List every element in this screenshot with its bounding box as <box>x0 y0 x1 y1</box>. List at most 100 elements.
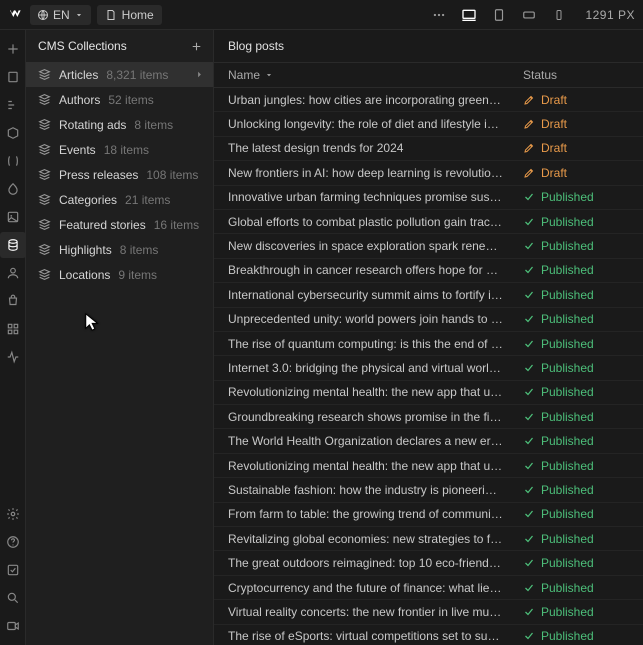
column-name-header[interactable]: Name <box>214 68 513 82</box>
activity-icon[interactable] <box>0 344 26 370</box>
status-label: Published <box>541 288 594 302</box>
table-row[interactable]: Unprecedented unity: world powers join h… <box>214 308 643 332</box>
table-header: Name Status <box>214 62 643 88</box>
row-name: Breakthrough in cancer research offers h… <box>214 263 513 277</box>
table-row[interactable]: Global efforts to combat plastic polluti… <box>214 210 643 234</box>
help-icon[interactable] <box>0 529 26 555</box>
table-row[interactable]: The rise of quantum computing: is this t… <box>214 332 643 356</box>
mobile-breakpoint-icon[interactable] <box>547 3 571 27</box>
tablet-breakpoint-icon[interactable] <box>487 3 511 27</box>
row-name: Revolutionizing mental health: the new a… <box>214 385 513 399</box>
more-icon[interactable] <box>427 3 451 27</box>
collection-item[interactable]: Highlights 8 items <box>26 237 213 262</box>
table-row[interactable]: From farm to table: the growing trend of… <box>214 503 643 527</box>
styles-icon[interactable] <box>0 176 26 202</box>
row-name: The great outdoors reimagined: top 10 ec… <box>214 556 513 570</box>
collection-item[interactable]: Authors 52 items <box>26 87 213 112</box>
assets-icon[interactable] <box>0 204 26 230</box>
apps-icon[interactable] <box>0 316 26 342</box>
status-label: Published <box>541 507 594 521</box>
collection-item[interactable]: Featured stories 16 items <box>26 212 213 237</box>
row-status: Published <box>513 459 643 473</box>
status-label: Draft <box>541 141 567 155</box>
components-icon[interactable] <box>0 120 26 146</box>
breadcrumb[interactable]: Home <box>97 5 162 25</box>
table-row[interactable]: The rise of eSports: virtual competition… <box>214 625 643 645</box>
table-row[interactable]: Revitalizing global economies: new strat… <box>214 527 643 551</box>
table-row[interactable]: The World Health Organization declares a… <box>214 429 643 453</box>
chevron-down-icon <box>74 10 84 20</box>
table-row[interactable]: Unlocking longevity: the role of diet an… <box>214 112 643 136</box>
variables-icon[interactable] <box>0 148 26 174</box>
video-icon[interactable] <box>0 613 26 639</box>
table-row[interactable]: The great outdoors reimagined: top 10 ec… <box>214 551 643 575</box>
check-icon <box>523 508 535 520</box>
row-status: Draft <box>513 93 643 107</box>
row-name: Virtual reality concerts: the new fronti… <box>214 605 513 619</box>
table-row[interactable]: Sustainable fashion: how the industry is… <box>214 478 643 502</box>
row-status: Published <box>513 385 643 399</box>
add-icon[interactable] <box>0 36 26 62</box>
language-selector[interactable]: EN <box>30 5 91 25</box>
collection-item[interactable]: Press releases 108 items <box>26 162 213 187</box>
pages-icon[interactable] <box>0 64 26 90</box>
check-icon <box>523 435 535 447</box>
stack-icon <box>38 268 51 281</box>
table-row[interactable]: International cybersecurity summit aims … <box>214 283 643 307</box>
table-row[interactable]: Groundbreaking research shows promise in… <box>214 405 643 429</box>
table-row[interactable]: Internet 3.0: bridging the physical and … <box>214 356 643 380</box>
landscape-breakpoint-icon[interactable] <box>517 3 541 27</box>
ecommerce-icon[interactable] <box>0 288 26 314</box>
status-label: Published <box>541 385 594 399</box>
table-row[interactable]: Cryptocurrency and the future of finance… <box>214 576 643 600</box>
check-icon <box>523 362 535 374</box>
row-name: The rise of eSports: virtual competition… <box>214 629 513 643</box>
collection-count: 8 items <box>120 243 159 257</box>
table-row[interactable]: Revolutionizing mental health: the new a… <box>214 454 643 478</box>
check-icon <box>523 289 535 301</box>
table-row[interactable]: Virtual reality concerts: the new fronti… <box>214 600 643 624</box>
stack-icon <box>38 168 51 181</box>
add-collection-button[interactable] <box>190 40 203 53</box>
users-icon[interactable] <box>0 260 26 286</box>
row-name: Unprecedented unity: world powers join h… <box>214 312 513 326</box>
row-name: Innovative urban farming techniques prom… <box>214 190 513 204</box>
collection-name: Categories <box>59 193 117 207</box>
table-row[interactable]: Revolutionizing mental health: the new a… <box>214 381 643 405</box>
status-label: Published <box>541 556 594 570</box>
collection-item[interactable]: Events 18 items <box>26 137 213 162</box>
settings-icon[interactable] <box>0 501 26 527</box>
desktop-breakpoint-icon[interactable] <box>457 3 481 27</box>
check-icon <box>523 460 535 472</box>
collection-count: 21 items <box>125 193 170 207</box>
search-icon[interactable] <box>0 585 26 611</box>
row-status: Published <box>513 263 643 277</box>
table-row[interactable]: The latest design trends for 2024Draft <box>214 137 643 161</box>
check-icon <box>523 582 535 594</box>
chevron-right-icon <box>194 69 205 80</box>
row-name: International cybersecurity summit aims … <box>214 288 513 302</box>
table-row[interactable]: Innovative urban farming techniques prom… <box>214 186 643 210</box>
collection-item[interactable]: Locations 9 items <box>26 262 213 287</box>
stack-icon <box>38 118 51 131</box>
cms-icon[interactable] <box>0 232 26 258</box>
table-row[interactable]: Urban jungles: how cities are incorporat… <box>214 88 643 112</box>
row-name: Internet 3.0: bridging the physical and … <box>214 361 513 375</box>
row-status: Published <box>513 337 643 351</box>
audit-icon[interactable] <box>0 557 26 583</box>
table-row[interactable]: New frontiers in AI: how deep learning i… <box>214 161 643 185</box>
collection-count: 9 items <box>118 268 157 282</box>
collection-item[interactable]: Categories 21 items <box>26 187 213 212</box>
table-row[interactable]: New discoveries in space exploration spa… <box>214 234 643 258</box>
collection-name: Featured stories <box>59 218 146 232</box>
collection-item[interactable]: Articles 8,321 items <box>26 62 213 87</box>
navigator-icon[interactable] <box>0 92 26 118</box>
content-area: Blog posts Name Status Urban jungles: ho… <box>214 30 643 645</box>
status-label: Published <box>541 629 594 643</box>
check-icon <box>523 240 535 252</box>
column-status-header[interactable]: Status <box>513 68 643 82</box>
table-row[interactable]: Breakthrough in cancer research offers h… <box>214 259 643 283</box>
status-label: Published <box>541 605 594 619</box>
row-name: Revolutionizing mental health: the new a… <box>214 459 513 473</box>
collection-item[interactable]: Rotating ads 8 items <box>26 112 213 137</box>
